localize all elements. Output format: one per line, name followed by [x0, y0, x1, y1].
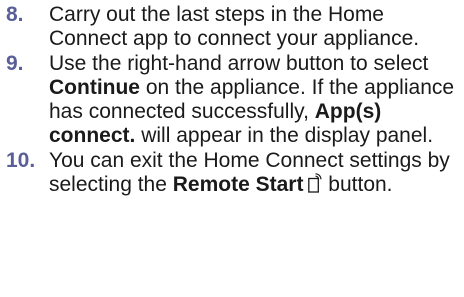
step-text: You can exit the Home Connect settings b… [49, 149, 462, 200]
step-9: 9. Use the right-hand arrow button to se… [6, 52, 462, 149]
step-8: 8. Carry out the last steps in the Home … [6, 3, 462, 52]
remote-start-label: Remote Start [172, 173, 304, 197]
step-text: Use the right-hand arrow button to selec… [49, 52, 462, 149]
remote-start-icon [308, 173, 322, 199]
step-10: 10. You can exit the Home Connect settin… [6, 149, 462, 200]
step-number: 10. [6, 148, 36, 172]
step-text-part: button. [322, 173, 393, 197]
continue-label: Continue [49, 75, 140, 99]
step-text: Carry out the last steps in the Home Con… [49, 3, 420, 51]
instruction-steps: 8. Carry out the last steps in the Home … [6, 3, 462, 199]
step-text-part: will appear in the display panel. [135, 124, 434, 148]
step-number: 8. [6, 3, 24, 26]
step-text-part: Use the right-hand arrow button to selec… [49, 51, 429, 75]
step-number: 9. [6, 51, 24, 75]
